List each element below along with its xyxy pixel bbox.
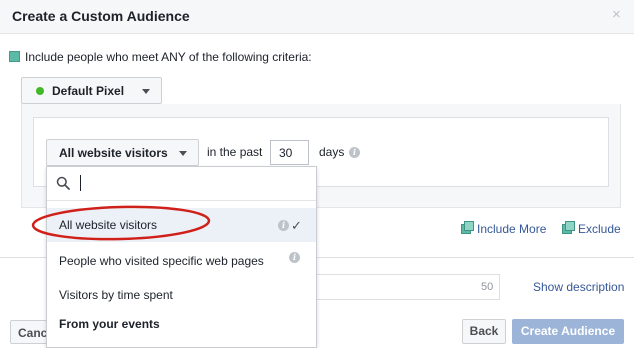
info-icon[interactable]: i: [349, 147, 360, 158]
dropdown-item-label: People who visited specific web pages: [59, 254, 264, 268]
criteria-color-icon: [9, 51, 20, 62]
search-text-cursor: [80, 175, 81, 191]
show-description-link[interactable]: Show description: [533, 280, 624, 294]
info-icon[interactable]: i: [289, 252, 300, 263]
annotation-oval: [31, 205, 211, 241]
chevron-down-icon: [142, 89, 150, 94]
visitor-type-select[interactable]: All website visitors: [46, 139, 199, 166]
dropdown-search-row[interactable]: [47, 167, 316, 201]
criteria-text: Include people who meet ANY of the follo…: [25, 50, 312, 64]
checkmark-icon: ✓: [291, 218, 302, 233]
close-icon[interactable]: ×: [612, 7, 621, 23]
dropdown-item-specific-web-pages[interactable]: People who visited specific web pages i: [47, 244, 316, 278]
create-audience-button[interactable]: Create Audience: [512, 319, 624, 344]
pixel-select-label: Default Pixel: [52, 84, 125, 98]
pixel-status-icon: [36, 87, 44, 95]
in-the-past-label: in the past: [207, 145, 263, 159]
audience-name-input[interactable]: [300, 274, 500, 300]
dropdown-item-time-spent[interactable]: Visitors by time spent: [47, 278, 316, 312]
pixel-select-button[interactable]: Default Pixel: [21, 77, 162, 104]
dialog-title: Create a Custom Audience: [12, 8, 190, 24]
dropdown-section-header: From your events: [59, 317, 160, 331]
dropdown-item-label: Visitors by time spent: [59, 288, 173, 302]
include-more-link[interactable]: Include More: [477, 222, 546, 236]
search-icon: [56, 176, 70, 190]
back-button[interactable]: Back: [462, 319, 506, 344]
char-limit-count: 50: [481, 281, 494, 293]
include-more-icon[interactable]: [461, 221, 474, 234]
chevron-down-icon: [179, 151, 187, 156]
exclude-icon[interactable]: [562, 221, 575, 234]
days-label: days: [319, 145, 345, 159]
visitor-type-dropdown: All website visitors i ✓ People who visi…: [46, 166, 317, 348]
days-input[interactable]: [270, 140, 309, 165]
visitor-type-label: All website visitors: [59, 146, 168, 160]
exclude-link[interactable]: Exclude: [578, 222, 621, 236]
info-icon[interactable]: i: [278, 220, 289, 231]
